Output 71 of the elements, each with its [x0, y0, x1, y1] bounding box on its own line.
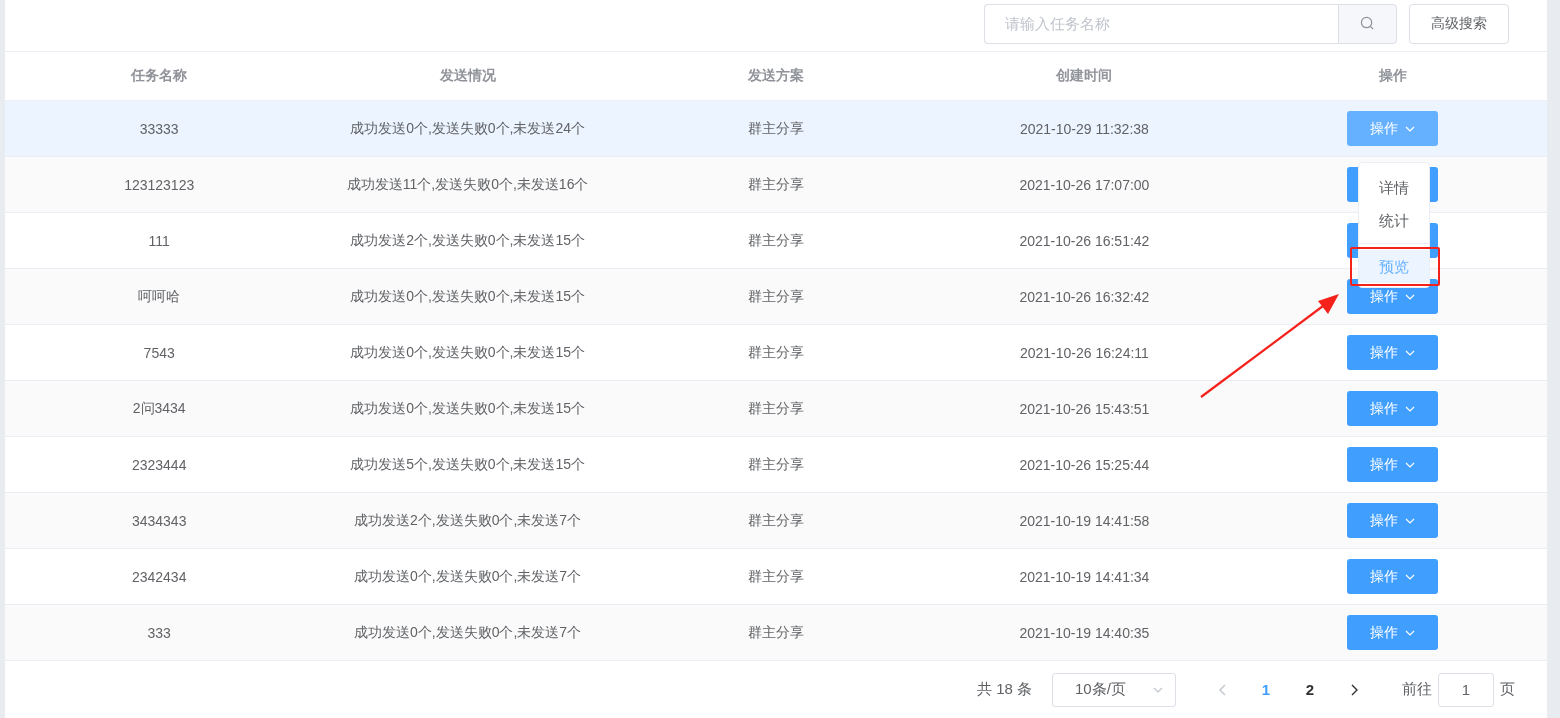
- column-header: 发送情况: [439, 67, 496, 85]
- table-cell: 群主分享: [748, 343, 804, 362]
- table-cell: 2021-10-19 14:40:35: [1019, 624, 1150, 641]
- table-cell: 群主分享: [748, 119, 804, 138]
- table-cell: 群主分享: [748, 175, 804, 194]
- chevron-down-icon: [1405, 461, 1416, 468]
- chevron-down-icon: [1405, 629, 1416, 636]
- table-cell: 2021-10-26 17:07:00: [1019, 176, 1150, 193]
- search-icon: [1360, 16, 1375, 31]
- chevron-right-icon: [1350, 683, 1358, 696]
- table-cell: 成功发送0个,发送失败0个,未发送15个: [350, 343, 586, 362]
- chevron-down-icon: [1405, 517, 1416, 524]
- table-row[interactable]: 33333 成功发送0个,发送失败0个,未发送24个 群主分享 2021-10-29 11:32:38 操作: [5, 101, 1547, 157]
- table-cell: 成功发送0个,发送失败0个,未发送7个: [354, 623, 582, 642]
- table-cell: 群主分享: [748, 567, 804, 586]
- table-cell: 2021-10-19 14:41:34: [1019, 568, 1150, 585]
- page-number[interactable]: 2: [1288, 674, 1332, 705]
- total-count: 共 18 条: [976, 680, 1032, 699]
- chevron-down-icon: [1405, 349, 1416, 356]
- table-cell: 123123123: [124, 176, 195, 193]
- chevron-down-icon: [1153, 686, 1163, 693]
- table-cell: 333: [147, 624, 171, 641]
- table-cell: 3434343: [131, 512, 187, 529]
- search-button[interactable]: [1338, 3, 1397, 44]
- column-header: 发送方案: [748, 67, 804, 85]
- table-cell: 成功发送11个,发送失败0个,未发送16个: [346, 175, 589, 194]
- table-cell: 成功发送0个,发送失败0个,未发送7个: [354, 567, 582, 586]
- chevron-down-icon: [1405, 293, 1416, 300]
- page-size-select[interactable]: 10条/页: [1052, 672, 1176, 707]
- table-cell: 群主分享: [748, 511, 804, 530]
- table-row[interactable]: 2问3434 成功发送0个,发送失败0个,未发送15个 群主分享 2021-10-26 15:43:51 操作: [5, 381, 1547, 437]
- table-cell: 成功发送0个,发送失败0个,未发送15个: [350, 399, 586, 418]
- table-cell: 2342434: [131, 568, 187, 585]
- table-cell: 成功发送0个,发送失败0个,未发送15个: [350, 287, 586, 306]
- table-cell: 群主分享: [748, 399, 804, 418]
- chevron-down-icon: [1405, 125, 1416, 132]
- table-cell: 成功发送5个,发送失败0个,未发送15个: [350, 455, 586, 474]
- table-cell: 2问3434: [132, 399, 186, 418]
- column-header: 创建时间: [1056, 67, 1113, 85]
- table-cell: 111: [148, 232, 170, 249]
- table-cell: 群主分享: [748, 287, 804, 306]
- table-cell: 2021-10-29 11:32:38: [1019, 120, 1149, 137]
- table-cell: 2323444: [131, 456, 187, 473]
- table-cell: 2021-10-26 16:51:42: [1019, 232, 1150, 249]
- table-cell: 2021-10-26 15:25:44: [1019, 456, 1150, 473]
- search-field[interactable]: 请输入任务名称: [984, 3, 1338, 44]
- menu-item[interactable]: 详情: [1359, 171, 1429, 204]
- column-header: 操作: [1378, 67, 1407, 85]
- table-cell: 群主分享: [748, 231, 804, 250]
- table-cell: 成功发送2个,发送失败0个,未发送15个: [350, 231, 586, 250]
- table-cell: 成功发送0个,发送失败0个,未发送24个: [350, 119, 586, 138]
- table-row[interactable]: 3434343 成功发送2个,发送失败0个,未发送7个 群主分享 2021-10-19 14:41:58 操作: [5, 493, 1547, 549]
- table-row[interactable]: 333 成功发送0个,发送失败0个,未发送7个 群主分享 2021-10-19 14:40:35 操作: [5, 605, 1547, 661]
- goto-label: 前往: [1402, 680, 1432, 699]
- table-cell: 群主分享: [748, 623, 804, 642]
- chevron-down-icon: [1405, 405, 1416, 412]
- table-cell: 2021-10-26 16:24:11: [1019, 344, 1149, 361]
- chevron-down-icon: [1405, 573, 1416, 580]
- column-header: 任务名称: [131, 67, 188, 85]
- page-suffix: 页: [1500, 680, 1515, 699]
- table-cell: 7543: [143, 344, 175, 361]
- table-cell: 成功发送2个,发送失败0个,未发送7个: [354, 511, 582, 530]
- page-input[interactable]: 1: [1438, 672, 1494, 707]
- table-cell: 33333: [139, 120, 179, 137]
- table-cell: 2021-10-19 14:41:58: [1019, 512, 1150, 529]
- table-cell: 群主分享: [748, 455, 804, 474]
- table-cell: 2021-10-26 15:43:51: [1019, 400, 1150, 417]
- advanced-search-button[interactable]: 高级搜索: [1409, 3, 1509, 44]
- chevron-left-icon: [1218, 683, 1226, 696]
- table-cell: 呵呵哈: [138, 287, 181, 306]
- table-cell: 2021-10-26 16:32:42: [1019, 288, 1150, 305]
